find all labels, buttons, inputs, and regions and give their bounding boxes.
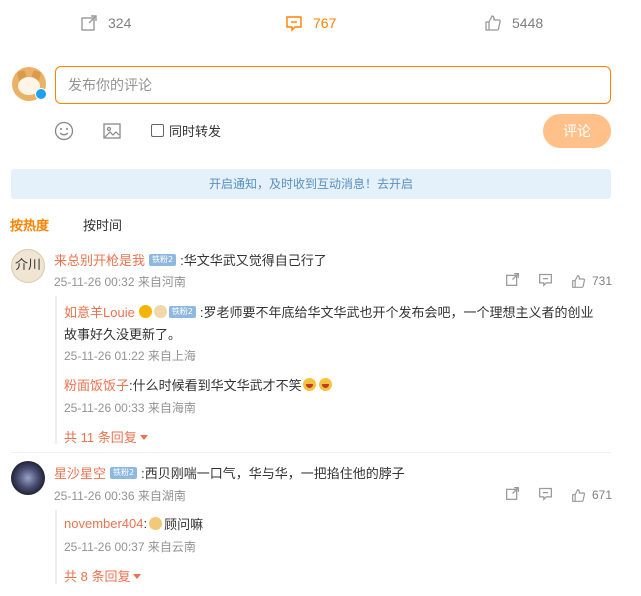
reply-meta: 25-11-26 01:22 来自上海 <box>64 349 196 363</box>
reply-meta: 25-11-26 00:33 来自海南 <box>64 401 196 415</box>
share-stat[interactable]: 324 <box>80 14 131 32</box>
share-button[interactable] <box>505 486 520 504</box>
share-icon <box>506 487 519 500</box>
commenter-name[interactable]: 星沙星空 <box>54 463 106 482</box>
like-count: 671 <box>592 488 613 502</box>
reply-item: 如意羊Louie 铁粉2 :罗老师要不年底给华文华武也开个发布会吧，一个理想主义… <box>64 302 594 321</box>
comment-body: 星沙星空 铁粉2 :西贝刚喘一口气，华与华，一把掐住他的脖子 <box>54 463 405 482</box>
share-count: 324 <box>108 15 132 31</box>
thumbs-up-icon <box>572 488 586 502</box>
replier-name[interactable]: november404 <box>64 516 144 531</box>
comment-icon <box>286 16 302 32</box>
comment-input[interactable] <box>55 66 611 104</box>
colon-separator: : <box>143 516 148 531</box>
more-replies-label: 共 8 条回复 <box>64 569 131 584</box>
comment-actions: 671 <box>505 486 612 504</box>
submit-comment-button[interactable]: 评论 <box>543 114 611 148</box>
reply-item: 粉面饭饭子 :什么时候看到华文华武才不笑 <box>64 375 332 394</box>
comment-count: 767 <box>313 15 337 31</box>
comment-stat[interactable]: 767 <box>285 14 336 32</box>
laughing-emoji-icon <box>302 378 316 391</box>
post-stats-bar: 324 767 5448 <box>0 0 641 50</box>
commenter-avatar[interactable]: 介川 <box>11 249 45 283</box>
checkbox-box[interactable] <box>151 124 164 137</box>
comment-body: 来总别开枪是我 铁粉2 :华文华武又觉得自己行了 <box>54 250 327 269</box>
reply-text: :什么时候看到华文华武才不笑 <box>129 378 302 393</box>
image-button[interactable] <box>102 121 122 146</box>
cat-emoji-icon <box>149 517 163 530</box>
like-count: 731 <box>592 274 613 288</box>
comment-meta: 25-11-26 00:32 来自河南 <box>54 275 186 289</box>
tab-sort-by-time[interactable]: 按时间 <box>83 215 122 234</box>
reply-text: 顾问嘛 <box>164 517 204 532</box>
caret-down-icon <box>133 574 142 579</box>
more-replies-label: 共 11 条回复 <box>64 430 137 445</box>
comment-divider <box>11 452 611 453</box>
share-icon <box>81 15 97 31</box>
fan-badge: 铁粉2 <box>110 466 138 479</box>
fan-badge: 铁粉2 <box>168 305 196 318</box>
thumbs-up-icon <box>572 274 586 288</box>
reply-button[interactable] <box>538 272 553 290</box>
reply-thread <box>55 510 57 584</box>
reply-text: :罗老师要不年底给华文华武也开个发布会吧，一个理想主义者的创业 <box>199 305 594 320</box>
repost-checkbox[interactable]: 同时转发 <box>151 121 221 140</box>
reply-button[interactable] <box>538 486 553 504</box>
like-count: 5448 <box>512 15 544 31</box>
commenter-avatar[interactable] <box>11 461 45 495</box>
laughing-emoji-icon <box>318 378 332 391</box>
reply-thread <box>55 296 57 444</box>
emoji-button[interactable] <box>54 121 74 146</box>
like-stat[interactable]: 5448 <box>484 14 543 32</box>
replier-name[interactable]: 如意羊Louie <box>64 302 135 321</box>
share-button[interactable] <box>505 272 520 290</box>
thumbs-up-icon <box>485 15 501 31</box>
like-button[interactable]: 671 <box>571 488 612 503</box>
more-replies-link[interactable]: 共 11 条回复 <box>64 427 148 446</box>
tab-sort-by-hot[interactable]: 按热度 <box>10 215 49 234</box>
comment-icon <box>539 487 552 501</box>
comment-text: :华文华武又觉得自己行了 <box>180 253 327 268</box>
fan-badge: 铁粉2 <box>149 253 177 266</box>
image-icon <box>103 123 121 139</box>
share-icon <box>506 273 519 286</box>
comment-meta: 25-11-26 00:36 来自湖南 <box>54 489 186 503</box>
commenter-name[interactable]: 来总别开枪是我 <box>54 250 145 269</box>
reply-item: november404 : 顾问嘛 <box>64 514 203 533</box>
caret-down-icon <box>139 435 148 440</box>
reply-text-continued: 故事好久没更新了。 <box>64 324 181 343</box>
comment-text: :西贝刚喘一口气，华与华，一把掐住他的脖子 <box>141 466 405 481</box>
notification-banner[interactable]: 开启通知，及时收到互动消息！去开启 <box>11 169 611 199</box>
reply-text: 故事好久没更新了。 <box>64 327 182 342</box>
replier-name[interactable]: 粉面饭饭子 <box>64 375 129 394</box>
comment-icon <box>539 273 552 287</box>
like-button[interactable]: 731 <box>571 274 612 289</box>
verified-icon <box>35 88 47 100</box>
reply-meta: 25-11-26 00:37 来自云南 <box>64 540 196 554</box>
comment-actions: 731 <box>505 272 612 290</box>
repost-label: 同时转发 <box>169 124 222 139</box>
emoji-icon <box>153 305 167 318</box>
vip-icon <box>138 305 152 318</box>
smiley-icon <box>54 121 74 141</box>
more-replies-link[interactable]: 共 8 条回复 <box>64 566 142 585</box>
